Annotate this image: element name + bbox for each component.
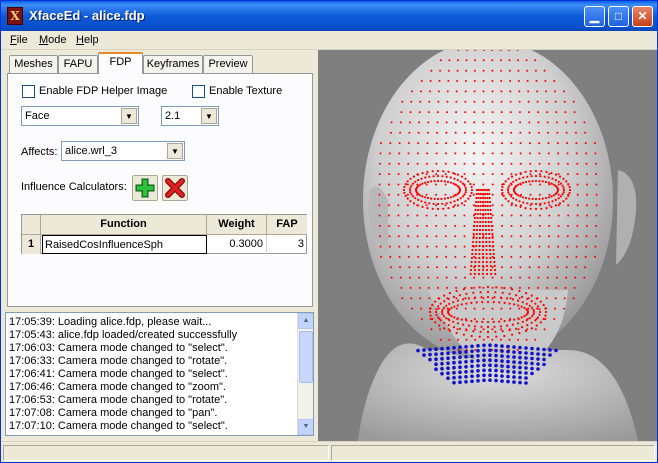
chevron-down-icon[interactable]: ▼ <box>201 108 217 124</box>
log-line: 17:06:46: Camera mode changed to "zoom". <box>9 381 226 393</box>
table-header-fap[interactable]: FAP <box>267 215 307 235</box>
scrollbar-thumb[interactable] <box>299 331 313 383</box>
window-title: XfaceEd - alice.fdp <box>29 8 145 23</box>
close-button[interactable]: ✕ <box>632 6 653 27</box>
table-cell-weight[interactable]: 0.3000 <box>207 235 267 254</box>
affects-label: Affects: <box>21 146 58 158</box>
log-line: 17:05:39: Loading alice.fdp, please wait… <box>9 316 212 328</box>
scroll-down-icon[interactable]: ▼ <box>298 419 313 435</box>
menu-file[interactable]: File <box>10 34 28 46</box>
log-line: 17:07:10: Camera mode changed to "select… <box>9 420 228 432</box>
tab-preview[interactable]: Preview <box>203 55 253 73</box>
add-calculator-button[interactable] <box>132 175 158 201</box>
log-line: 17:06:53: Camera mode changed to "rotate… <box>9 394 228 406</box>
log-line: 17:06:03: Camera mode changed to "select… <box>9 342 228 354</box>
tab-fdp[interactable]: FDP <box>98 52 143 74</box>
scroll-up-icon[interactable]: ▲ <box>298 313 313 329</box>
minimize-icon: ▁ <box>589 9 600 23</box>
menu-mode[interactable]: Mode <box>39 34 67 46</box>
face-mesh-render[interactable] <box>318 50 658 441</box>
influence-calculators-label: Influence Calculators: <box>21 181 127 193</box>
table-header-function[interactable]: Function <box>41 215 207 235</box>
log-line: 17:06:41: Camera mode changed to "select… <box>9 368 228 380</box>
table-row-header[interactable]: 1 <box>22 235 41 254</box>
tab-meshes[interactable]: Meshes <box>9 55 58 73</box>
title-bar[interactable]: X XfaceEd - alice.fdp ▁ □ ✕ <box>1 1 657 31</box>
maximize-icon: □ <box>614 9 623 23</box>
tab-keyframes[interactable]: Keyframes <box>143 55 203 73</box>
version-select[interactable]: 2.1 ▼ <box>161 106 219 126</box>
status-cell-right <box>331 445 655 461</box>
app-icon[interactable]: X <box>7 7 23 25</box>
delete-icon <box>165 178 185 198</box>
status-bar <box>1 441 657 462</box>
status-cell-left <box>3 445 329 461</box>
app-window: X XfaceEd - alice.fdp ▁ □ ✕ File Mode He… <box>0 0 658 463</box>
region-select-value: Face <box>25 110 50 122</box>
enable-texture-label: Enable Texture <box>209 85 283 97</box>
affects-select[interactable]: alice.wrl_3 ▼ <box>61 141 185 161</box>
minimize-button[interactable]: ▁ <box>584 6 605 27</box>
chevron-down-icon[interactable]: ▼ <box>167 143 183 159</box>
maximize-button[interactable]: □ <box>608 6 629 27</box>
table-header-corner <box>22 215 41 235</box>
version-select-value: 2.1 <box>165 110 181 122</box>
log-output[interactable]: 17:05:39: Loading alice.fdp, please wait… <box>5 312 314 436</box>
close-icon: ✕ <box>637 9 648 23</box>
enable-helper-label: Enable FDP Helper Image <box>39 85 168 97</box>
plus-icon <box>135 178 155 198</box>
influence-calculators-table: Function Weight FAP 1 RaisedCosInfluence… <box>21 214 307 254</box>
affects-select-value: alice.wrl_3 <box>65 145 117 157</box>
chevron-down-icon[interactable]: ▼ <box>121 108 137 124</box>
enable-texture-checkbox[interactable] <box>192 85 205 98</box>
3d-viewport[interactable] <box>318 50 658 441</box>
region-select[interactable]: Face ▼ <box>21 106 139 126</box>
menu-help[interactable]: Help <box>76 34 99 46</box>
log-scrollbar[interactable]: ▲ ▼ <box>297 313 313 435</box>
table-cell-fap[interactable]: 3 <box>267 235 307 254</box>
log-line: 17:05:43: alice.fdp loaded/created succe… <box>9 329 238 341</box>
table-header-weight[interactable]: Weight <box>207 215 267 235</box>
enable-helper-checkbox[interactable] <box>22 85 35 98</box>
log-line: 17:06:33: Camera mode changed to "rotate… <box>9 355 228 367</box>
table-cell-function[interactable]: RaisedCosInfluenceSph <box>42 235 207 254</box>
menu-bar: File Mode Help <box>1 31 657 50</box>
log-line: 17:07:08: Camera mode changed to "pan". <box>9 407 218 419</box>
tab-fapu[interactable]: FAPU <box>58 55 98 73</box>
remove-calculator-button[interactable] <box>162 175 188 201</box>
